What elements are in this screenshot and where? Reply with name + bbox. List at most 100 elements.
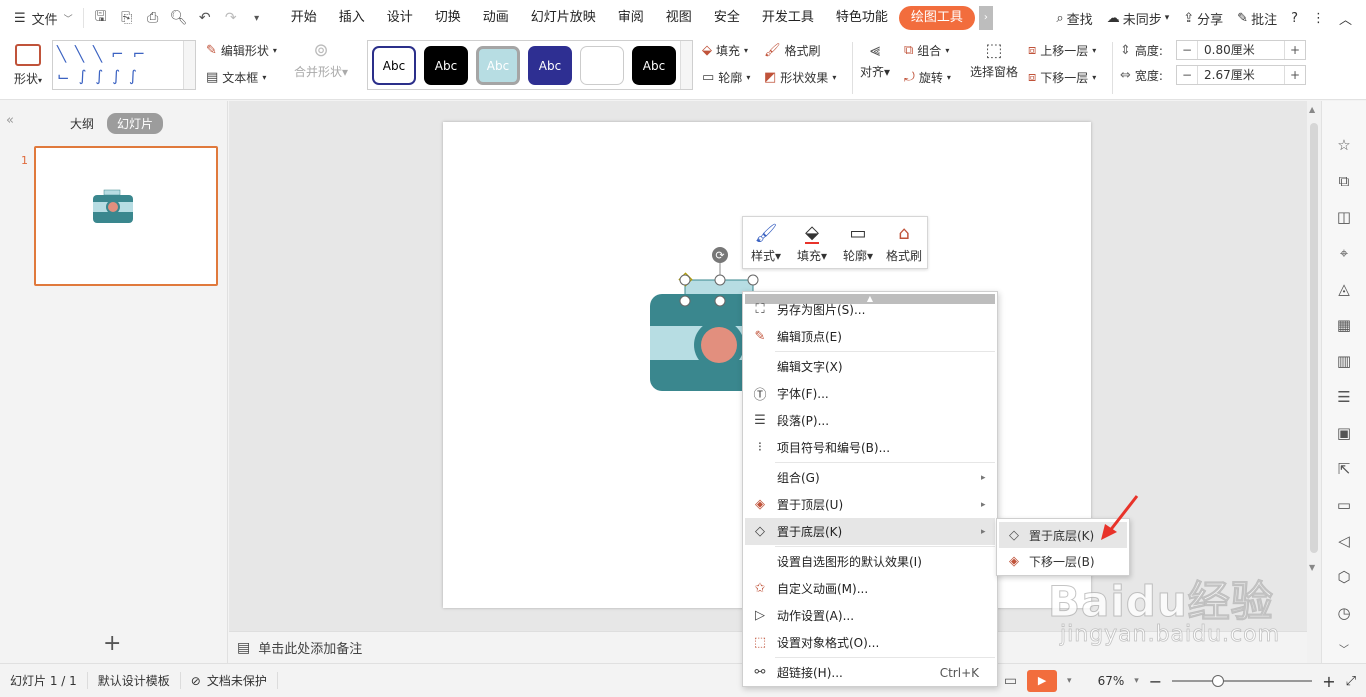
tabs-scroll-right-icon[interactable]: ›	[978, 6, 993, 30]
menu-item-hyperlink[interactable]: ⚯ 超链接(H)... Ctrl+K	[745, 659, 995, 686]
tab-review[interactable]: 审阅	[607, 6, 655, 30]
zoom-slider-knob[interactable]	[1212, 675, 1225, 687]
collapse-ribbon-button[interactable]: ︿	[1339, 9, 1352, 28]
outline-button[interactable]: ▭ 轮廓▾	[702, 69, 750, 86]
fill-button[interactable]: ⬙ 填充▾	[702, 42, 748, 59]
tab-drawing-tools[interactable]: 绘图工具	[898, 6, 975, 30]
resize-handle[interactable]	[679, 274, 691, 286]
menu-item-edit-text[interactable]: 编辑文字(X)	[745, 353, 995, 380]
fit-window-icon[interactable]: ⤢	[1346, 674, 1356, 689]
chart-icon[interactable]: ▥	[1334, 351, 1354, 371]
width-value[interactable]: 2.67厘米	[1197, 66, 1285, 84]
settings-sliders-icon[interactable]: ☰	[1334, 387, 1354, 407]
shape-button[interactable]: 形状▾	[10, 42, 46, 87]
tab-design[interactable]: 设计	[376, 6, 424, 30]
lines-gallery[interactable]: ╲╲╲⌐⌐ ⌙∫∫∫∫	[52, 40, 196, 90]
tab-security[interactable]: 安全	[703, 6, 751, 30]
zoom-slider[interactable]	[1172, 675, 1313, 687]
scrollbar-thumb[interactable]	[1310, 123, 1318, 553]
scroll-up-icon[interactable]: ▲	[1309, 105, 1315, 114]
save-icon[interactable]: 🖫	[92, 6, 110, 30]
send-backward-button[interactable]: ⧈ 下移一层 ▾	[1028, 69, 1096, 86]
shield-icon[interactable]: ⬡	[1334, 567, 1354, 587]
group-button[interactable]: ⧉ 组合 ▾	[904, 42, 949, 59]
style-button[interactable]: 🖌︎ 样式▾	[743, 217, 789, 268]
menu-item-group[interactable]: 组合(G) ▸	[745, 464, 995, 491]
gallery-scrollbar[interactable]	[183, 41, 195, 89]
print-preview-icon[interactable]: 🔍︎	[170, 10, 188, 26]
plus-icon[interactable]: +	[1285, 68, 1305, 82]
fill-icon[interactable]: ◬	[1334, 279, 1354, 299]
redo-icon[interactable]: ↷	[222, 10, 240, 26]
archive-icon[interactable]: ▭	[1334, 495, 1354, 515]
menu-item-format-object[interactable]: ⬚ 设置对象格式(O)...	[745, 629, 995, 656]
resize-handle[interactable]	[714, 295, 726, 307]
export-icon[interactable]: ⎘	[118, 10, 136, 26]
zoom-level[interactable]: 67%	[1098, 674, 1125, 688]
tab-slides[interactable]: 幻灯片	[107, 113, 164, 134]
chevron-down-icon[interactable]: ﹀	[1334, 641, 1354, 661]
share-button[interactable]: ⇪ 分享	[1183, 9, 1223, 28]
menu-item-bring-to-front[interactable]: ◈ 置于顶层(U) ▸	[745, 491, 995, 518]
menu-item-paragraph[interactable]: ☰ 段落(P)...	[745, 407, 995, 434]
undo-icon[interactable]: ↶	[196, 10, 214, 26]
zoom-out-icon[interactable]: −	[1149, 672, 1162, 691]
image-icon[interactable]: ▣	[1334, 423, 1354, 443]
resize-handle[interactable]	[747, 274, 759, 286]
resize-handle[interactable]	[679, 295, 691, 307]
more-button[interactable]: ⋮	[1312, 11, 1325, 26]
outline-button[interactable]: ▭ 轮廓▾	[835, 217, 881, 268]
tab-home[interactable]: 开始	[280, 6, 328, 30]
export-icon[interactable]: ⇱	[1334, 459, 1354, 479]
tab-animation[interactable]: 动画	[472, 6, 520, 30]
minus-icon[interactable]: −	[1177, 43, 1197, 57]
width-input[interactable]: − 2.67厘米 +	[1176, 65, 1306, 85]
design-template[interactable]: 默认设计模板	[88, 672, 181, 689]
play-dropdown-icon[interactable]: ▾	[1067, 676, 1072, 686]
audio-icon[interactable]: ◁	[1334, 531, 1354, 551]
selection-pane-button[interactable]: ⬚ 选择窗格	[970, 40, 1018, 80]
menu-item-custom-animation[interactable]: ✩ 自定义动画(M)...	[745, 575, 995, 602]
comment-button[interactable]: ✎ 批注	[1237, 9, 1277, 28]
height-value[interactable]: 0.80厘米	[1197, 41, 1285, 59]
menu-item-edit-points[interactable]: ✎ 编辑顶点(E)	[745, 323, 995, 350]
menu-item-save-as-picture[interactable]: ⛶ 另存为图片(S)...	[745, 298, 995, 320]
menu-item-font[interactable]: Ⓣ 字体(F)...	[745, 380, 995, 407]
play-slideshow-button[interactable]: ▶	[1027, 670, 1058, 692]
fill-button[interactable]: ⬙ 填充▾	[789, 217, 835, 268]
zoom-in-icon[interactable]: +	[1322, 672, 1335, 691]
tab-outline[interactable]: 大纲	[70, 115, 94, 132]
shapes-icon[interactable]: ◫	[1334, 207, 1354, 227]
history-icon[interactable]: ◷	[1334, 603, 1354, 623]
menu-item-set-default-effect[interactable]: 设置自选图形的默认效果(I)	[745, 548, 995, 575]
style-swatch-4[interactable]: Abc	[528, 46, 572, 85]
menu-item-send-to-back[interactable]: ◇ 置于底层(K) ▸	[745, 518, 995, 545]
help-button[interactable]: ?	[1291, 11, 1298, 26]
notes-placeholder[interactable]: 单击此处添加备注	[258, 638, 362, 657]
align-button[interactable]: ⫷ 对齐▾	[860, 40, 890, 80]
shape-effect-button[interactable]: ◩ 形状效果 ▾	[764, 69, 836, 86]
plus-icon[interactable]: +	[1285, 43, 1305, 57]
search-button[interactable]: ⌕ 查找	[1056, 9, 1092, 28]
scroll-down-icon[interactable]: ▼	[1309, 563, 1315, 572]
resize-handle[interactable]	[714, 274, 726, 286]
location-icon[interactable]: ⌖	[1334, 243, 1354, 263]
zoom-dropdown-icon[interactable]: ▾	[1134, 676, 1139, 686]
text-box-button[interactable]: ▤ 文本框 ▾	[206, 69, 266, 86]
pin-icon[interactable]: ☆	[1334, 135, 1354, 155]
style-swatch-3[interactable]: Abc	[476, 46, 520, 85]
tab-slideshow[interactable]: 幻灯片放映	[520, 6, 607, 30]
style-swatch-2[interactable]: Abc	[424, 46, 468, 85]
minus-icon[interactable]: −	[1177, 68, 1197, 82]
bring-forward-button[interactable]: ⧈ 上移一层 ▾	[1028, 42, 1096, 59]
add-slide-button[interactable]: +	[103, 631, 121, 656]
style-swatch-5[interactable]	[580, 46, 624, 85]
vertical-scrollbar[interactable]: ▲ ▼	[1307, 101, 1321, 663]
grid-icon[interactable]: ▦	[1334, 315, 1354, 335]
file-menu[interactable]: ☰ 文件 ﹀	[0, 9, 83, 28]
sync-button[interactable]: ☁ 未同步 ▾	[1107, 9, 1170, 28]
protection-status[interactable]: ⊘ 文档未保护	[181, 672, 278, 689]
copy-layout-icon[interactable]: ⧉	[1334, 171, 1354, 191]
format-painter-button[interactable]: 🖌︎ 格式刷	[764, 42, 821, 59]
reading-view-icon[interactable]: ▭	[1004, 673, 1017, 689]
